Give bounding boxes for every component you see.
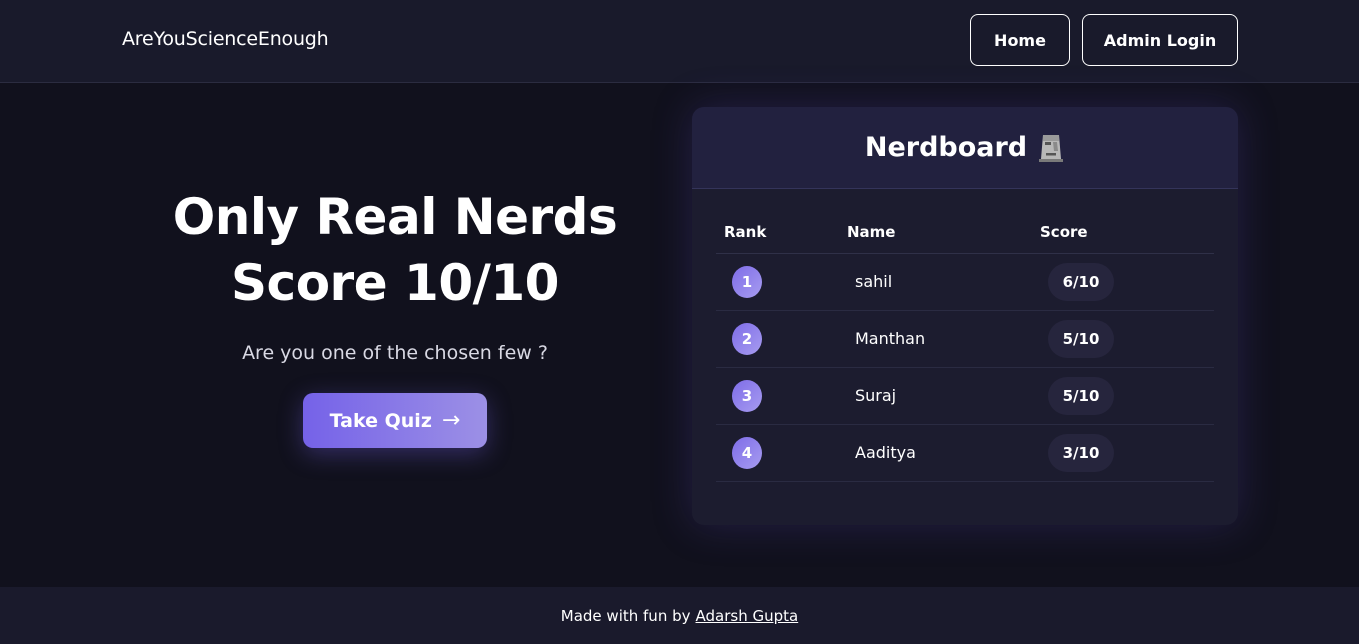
score-pill: 5/10: [1048, 377, 1114, 415]
hero-title-line1: Only Real Nerds: [172, 188, 618, 246]
hero-title: Only Real Nerds Score 10/10: [140, 184, 650, 316]
footer-credit-text: Made with fun by: [560, 606, 691, 625]
leaderboard-title: Nerdboard: [864, 132, 1028, 163]
player-name: Suraj: [855, 386, 897, 405]
leaderboard-card: Nerdboard Rank Name Score 1 sahil 6/10 2: [692, 107, 1238, 525]
take-quiz-button[interactable]: Take Quiz →: [303, 393, 487, 448]
leaderboard-table: Rank Name Score 1 sahil 6/10 2 Manthan 5…: [716, 221, 1214, 482]
home-button[interactable]: Home: [970, 14, 1070, 66]
navbar: AreYouScienceEnough Home Admin Login: [0, 0, 1359, 83]
footer: Made with fun by Adarsh Gupta: [0, 587, 1359, 644]
rank-badge: 3: [732, 380, 762, 412]
column-header-score: Score: [1040, 223, 1088, 241]
take-quiz-label: Take Quiz: [329, 409, 432, 432]
arrow-right-icon: →: [441, 408, 461, 433]
rank-badge: 2: [732, 323, 762, 355]
column-header-rank: Rank: [724, 223, 767, 241]
table-row: 4 Aaditya 3/10: [716, 425, 1214, 482]
player-name: sahil: [855, 272, 893, 291]
column-header-name: Name: [847, 223, 896, 241]
hero-title-line2: Score 10/10: [231, 254, 559, 312]
score-pill: 3/10: [1048, 434, 1114, 472]
hero-subtitle: Are you one of the chosen few ?: [242, 342, 548, 364]
player-name: Aaditya: [855, 443, 916, 462]
table-row: 2 Manthan 5/10: [716, 311, 1214, 368]
score-pill: 5/10: [1048, 320, 1114, 358]
admin-login-button[interactable]: Admin Login: [1082, 14, 1238, 66]
moai-icon: [1037, 133, 1065, 163]
leaderboard-header: Nerdboard: [692, 107, 1238, 189]
score-pill: 6/10: [1048, 263, 1114, 301]
rank-badge: 1: [732, 266, 762, 298]
table-row: 3 Suraj 5/10: [716, 368, 1214, 425]
brand-logo-text[interactable]: AreYouScienceEnough: [122, 28, 329, 50]
table-header: Rank Name Score: [716, 221, 1214, 254]
player-name: Manthan: [855, 329, 926, 348]
author-link[interactable]: Adarsh Gupta: [696, 607, 799, 625]
table-row: 1 sahil 6/10: [716, 254, 1214, 311]
rank-badge: 4: [732, 437, 762, 469]
